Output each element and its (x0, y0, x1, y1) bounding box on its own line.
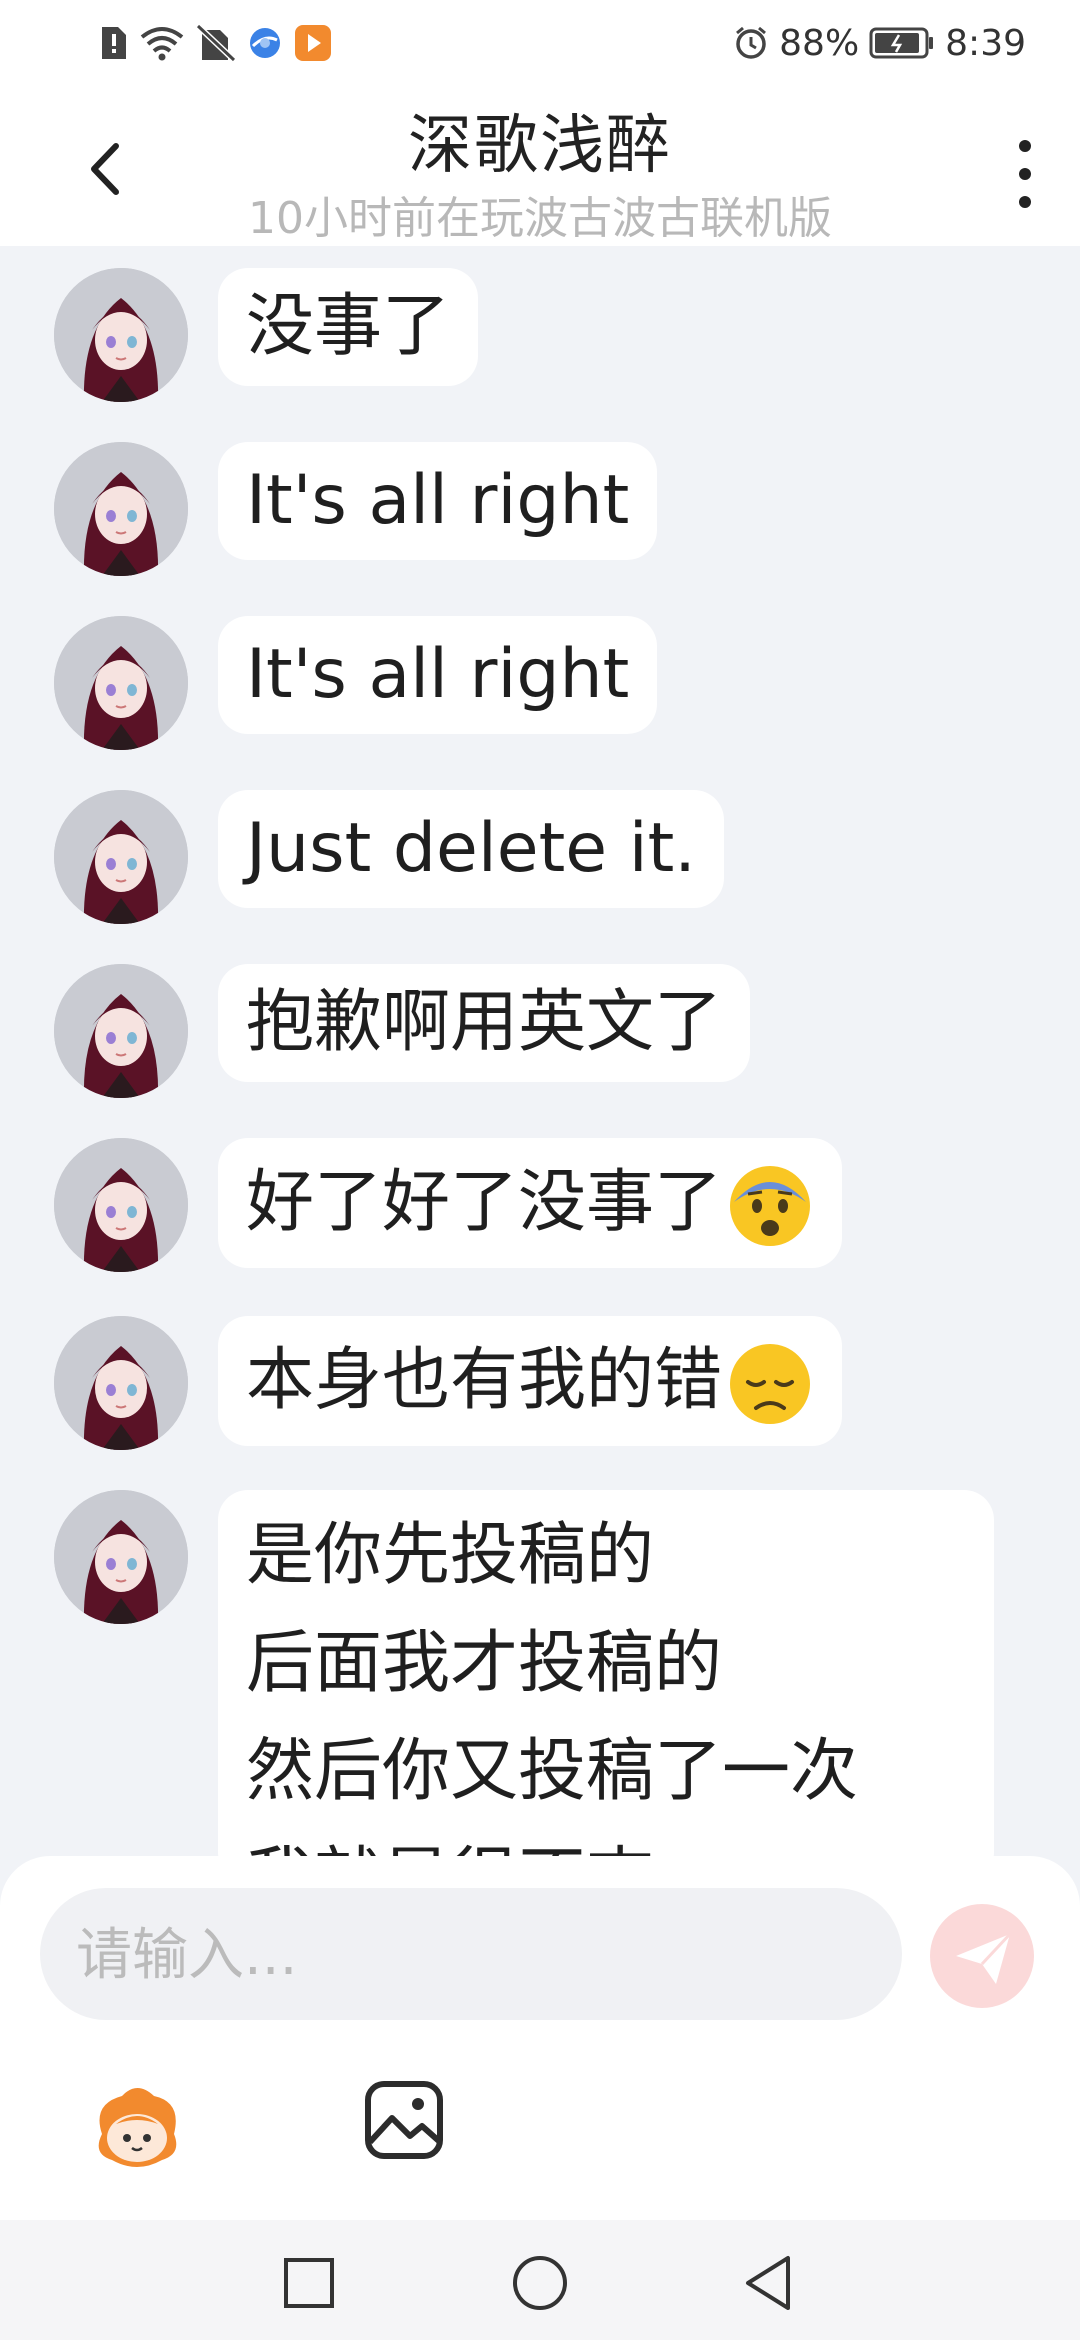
message-bubble[interactable]: 没事了 (218, 268, 479, 386)
message-line: 我就是很不爽 (246, 1826, 966, 1856)
more-vertical-icon (1019, 140, 1031, 208)
send-icon (956, 1932, 1012, 1984)
image-icon (365, 2081, 443, 2159)
avatar[interactable] (54, 442, 188, 576)
message-bubble[interactable]: 本身也有我的错 (218, 1316, 843, 1446)
message-list[interactable]: 没事了 It's all right It's all right Just d… (0, 246, 1080, 1856)
home-button[interactable] (505, 2248, 575, 2318)
image-button[interactable] (362, 2078, 446, 2162)
browser-icon (248, 26, 282, 60)
avatar[interactable] (54, 1138, 188, 1272)
avatar[interactable] (54, 790, 188, 924)
video-app-icon (294, 24, 332, 62)
more-options-button[interactable] (1000, 134, 1050, 214)
system-nav-bar (0, 2220, 1080, 2340)
avatar-image (54, 790, 188, 924)
message-bubble[interactable]: 好了好了没事了 (218, 1138, 843, 1268)
message-text: 抱歉啊用英文了 (246, 983, 723, 1062)
message-bubble[interactable]: Just delete it. (218, 790, 724, 908)
alarm-icon (733, 25, 769, 61)
message-bubble[interactable]: 抱歉啊用英文了 (218, 964, 751, 1082)
wifi-icon (140, 25, 184, 61)
sim-alert-icon (100, 25, 128, 61)
no-sim-icon (196, 24, 236, 62)
clock: 8:39 (945, 22, 1026, 64)
message-text: It's all right (246, 635, 630, 714)
status-bar: 88% 8:39 (0, 0, 1080, 84)
message-text: It's all right (246, 461, 630, 540)
send-button[interactable] (930, 1904, 1034, 2008)
avatar-image (54, 1490, 188, 1624)
disappointed-face-emoji (730, 1344, 811, 1425)
avatar-image (54, 1138, 188, 1272)
avatar-image (54, 1316, 188, 1450)
message-input[interactable] (74, 1888, 878, 2022)
avatar-image (54, 964, 188, 1098)
message-line: 后面我才投稿的 (246, 1624, 723, 1703)
message-bubble[interactable]: 是你先投稿的 后面我才投稿的 然后你又投稿了一次 我就是很不爽 (218, 1490, 994, 1856)
avatar-image (54, 268, 188, 402)
chat-header: 深歌浅醉 10小时前在玩波古波古联机版 (0, 84, 1080, 246)
battery-percent: 88% (779, 22, 860, 64)
avatar-image (54, 442, 188, 576)
message-text: 没事了 (246, 287, 451, 366)
message-input-box[interactable] (40, 1888, 902, 2022)
recent-apps-icon (284, 2258, 334, 2308)
avatar-image (54, 616, 188, 750)
message-line: 然后你又投稿了一次 (246, 1732, 859, 1811)
input-panel (0, 1856, 1080, 2220)
back-nav-button[interactable] (734, 2248, 804, 2318)
message-text: 好了好了没事了 (246, 1163, 723, 1242)
avatar[interactable] (54, 1316, 188, 1450)
fearful-face-emoji (730, 1166, 811, 1247)
message-bubble[interactable]: It's all right (218, 616, 658, 734)
message-text: Just delete it. (246, 809, 696, 888)
recent-apps-button[interactable] (274, 2248, 344, 2318)
sticker-icon (98, 2088, 177, 2167)
avatar[interactable] (54, 964, 188, 1098)
sticker-button[interactable] (82, 2074, 192, 2184)
message-text: 本身也有我的错 (246, 1341, 723, 1420)
chat-title: 深歌浅醉 (408, 109, 672, 183)
message-bubble[interactable]: It's all right (218, 442, 658, 560)
avatar[interactable] (54, 1490, 188, 1624)
message-line: 是你先投稿的 (246, 1516, 655, 1595)
home-icon (513, 2256, 567, 2310)
avatar[interactable] (54, 616, 188, 750)
chat-subtitle: 10小时前在玩波古波古联机版 (248, 193, 832, 244)
battery-icon (869, 26, 935, 60)
back-nav-icon (746, 2256, 790, 2310)
avatar[interactable] (54, 268, 188, 402)
